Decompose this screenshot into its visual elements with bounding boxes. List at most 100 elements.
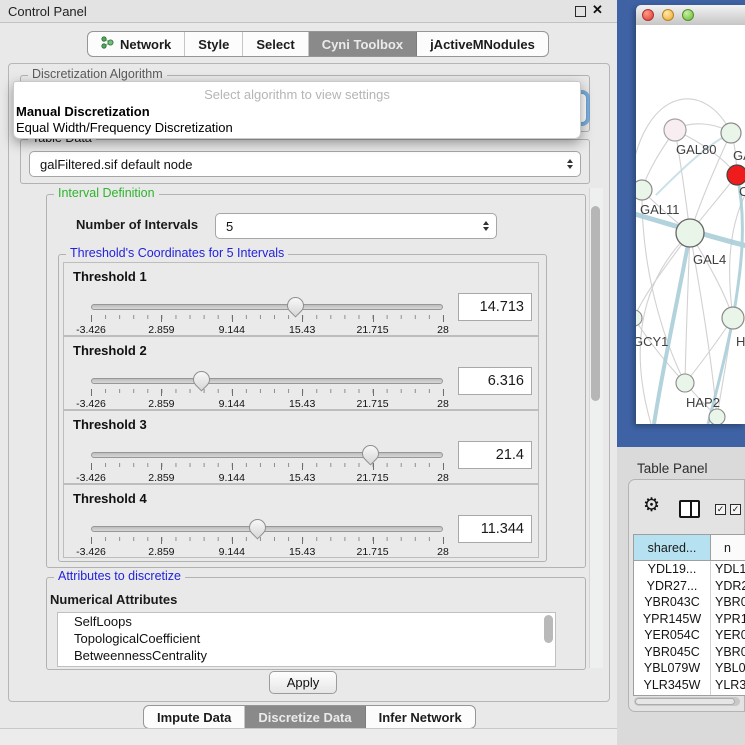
cell[interactable]: YBL0 — [711, 660, 745, 677]
number-of-intervals-combo[interactable]: 5 — [215, 213, 497, 239]
slider-track[interactable] — [91, 304, 443, 310]
slider-track[interactable] — [91, 526, 443, 532]
cell[interactable]: YLR3 — [711, 677, 745, 694]
tab-impute-data[interactable]: Impute Data — [144, 706, 245, 728]
threshold-4-slider[interactable]: -3.4262.8599.14415.4321.71528 — [91, 519, 443, 559]
table-data-combo-value: galFiltered.sif default node — [40, 157, 192, 172]
node-red-selected[interactable] — [727, 165, 745, 185]
cell[interactable]: YBL079W — [634, 660, 711, 677]
list-item-betweennesscentrality[interactable]: BetweennessCentrality — [58, 647, 555, 664]
tab-select[interactable]: Select — [243, 32, 308, 56]
tab-infer-network[interactable]: Infer Network — [366, 706, 475, 728]
threshold-1-slider[interactable]: -3.4262.8599.14415.4321.71528 — [91, 297, 443, 337]
table-row[interactable]: YDR27...YDR2 — [634, 578, 745, 595]
tab-discretize-data[interactable]: Discretize Data — [245, 706, 365, 728]
slider-thumb[interactable] — [283, 293, 307, 317]
combo-stepper-icon — [483, 221, 489, 231]
node-gal80[interactable] — [664, 119, 686, 141]
slider-tick-labels: -3.4262.8599.14415.4321.71528 — [91, 324, 443, 336]
gear-icon[interactable]: ⚙ — [643, 496, 660, 515]
label-gal4: GAL4 — [693, 252, 726, 267]
float-window-icon[interactable] — [575, 6, 586, 17]
table-hscrollbar-thumb[interactable] — [635, 698, 735, 705]
node-hap2[interactable] — [676, 374, 694, 392]
table-data-combo[interactable]: galFiltered.sif default node — [29, 151, 581, 177]
table-row[interactable]: YDL19...YDL1 — [634, 561, 745, 578]
threshold-1-value-field[interactable]: 14.713 — [458, 293, 532, 321]
slider-ticks — [91, 463, 443, 470]
close-icon[interactable]: ✕ — [592, 2, 603, 18]
threshold-3-slider[interactable]: -3.4262.8599.14415.4321.71528 — [91, 445, 443, 485]
cell[interactable]: YDL19... — [634, 561, 711, 578]
threshold-3-value-field[interactable]: 21.4 — [458, 441, 532, 469]
table-hscrollbar-track[interactable] — [634, 697, 740, 706]
cell[interactable]: YBR0 — [711, 644, 745, 661]
cell[interactable]: YPR1 — [711, 611, 745, 628]
cell[interactable]: YER0 — [711, 627, 745, 644]
column-header-shared[interactable]: shared... — [634, 535, 711, 560]
minimize-traffic-light[interactable] — [662, 9, 674, 21]
cell[interactable]: YBR0 — [711, 594, 745, 611]
slider-track[interactable] — [91, 378, 443, 384]
tab-network-label: Network — [120, 37, 171, 52]
cell[interactable]: YER054C — [634, 627, 711, 644]
cell[interactable]: YDR2 — [711, 578, 745, 595]
table-row[interactable]: YBR045CYBR0 — [634, 644, 745, 661]
network-canvas[interactable]: GAL80 GA C GAL11 GAL4 GCY1 H HAP2 — [636, 25, 745, 424]
numerical-attributes-list[interactable]: SelfLoops TopologicalCoefficient Between… — [57, 612, 556, 667]
table-row[interactable]: YIL052CYIL0 — [634, 693, 745, 696]
cell[interactable]: YIL052C — [634, 693, 711, 696]
list-item-selfloops[interactable]: SelfLoops — [58, 613, 555, 630]
list-vscrollbar-thumb[interactable] — [544, 615, 553, 643]
node-gal4[interactable] — [676, 219, 704, 247]
content-vscrollbar-thumb[interactable] — [591, 206, 600, 401]
slider-track[interactable] — [91, 452, 443, 458]
slider-ticks — [91, 389, 443, 396]
network-labels: GAL80 GA C GAL11 GAL4 GCY1 H HAP2 — [636, 142, 745, 410]
list-item-topologicalcoefficient[interactable]: TopologicalCoefficient — [58, 630, 555, 647]
checkbox-icon-2[interactable]: ✓ — [730, 504, 741, 515]
cell[interactable]: YDR27... — [634, 578, 711, 595]
threshold-row-1: Threshold 1 -3.4262.8599.14415.4321.7152… — [63, 262, 539, 336]
slider-tick-labels: -3.4262.8599.14415.4321.71528 — [91, 546, 443, 558]
cell[interactable]: YBR045C — [634, 644, 711, 661]
dropdown-option-equal-width[interactable]: Equal Width/Frequency Discretization — [16, 120, 233, 135]
cell[interactable]: YBR043C — [634, 594, 711, 611]
cell[interactable]: YIL0 — [711, 693, 745, 696]
dropdown-option-manual[interactable]: Manual Discretization — [16, 104, 150, 119]
table-row[interactable]: YBL079WYBL0 — [634, 660, 745, 677]
node-gcy1[interactable] — [636, 310, 642, 326]
threshold-4-value-field[interactable]: 11.344 — [458, 515, 532, 543]
slider-ticks — [91, 537, 443, 544]
threshold-2-value-field[interactable]: 6.316 — [458, 367, 532, 395]
cell[interactable]: YLR345W — [634, 677, 711, 694]
threshold-2-slider[interactable]: -3.4262.8599.14415.4321.71528 — [91, 371, 443, 411]
column-header-name[interactable]: n — [711, 535, 745, 560]
network-window-titlebar[interactable] — [636, 5, 745, 26]
tab-cyni-toolbox[interactable]: Cyni Toolbox — [309, 32, 417, 56]
slider-thumb[interactable] — [245, 515, 269, 539]
table-row[interactable]: YBR043CYBR0 — [634, 594, 745, 611]
tab-jactivemnodules[interactable]: jActiveMNodules — [417, 32, 548, 56]
cell[interactable]: YDL1 — [711, 561, 745, 578]
zoom-traffic-light[interactable] — [682, 9, 694, 21]
node-gal11[interactable] — [636, 180, 652, 200]
table-row[interactable]: YPR145WYPR1 — [634, 611, 745, 628]
close-traffic-light[interactable] — [642, 9, 654, 21]
cell[interactable]: YPR145W — [634, 611, 711, 628]
content-vscrollbar-track[interactable] — [589, 188, 603, 668]
node-top-right[interactable] — [721, 123, 741, 143]
table-row[interactable]: YLR345WYLR3 — [634, 677, 745, 694]
threshold-row-2: Threshold 2 -3.4262.8599.14415.4321.7152… — [63, 336, 539, 410]
checkbox-icon-1[interactable]: ✓ — [715, 504, 726, 515]
apply-button[interactable]: Apply — [269, 671, 337, 694]
tab-impute-label: Impute Data — [157, 710, 231, 725]
tab-network[interactable]: Network — [88, 32, 185, 56]
node-bottom[interactable] — [709, 409, 725, 424]
tab-style[interactable]: Style — [185, 32, 243, 56]
column-layout-icon[interactable] — [679, 500, 700, 518]
node-h[interactable] — [722, 307, 744, 329]
slider-thumb[interactable] — [189, 367, 213, 391]
table-row[interactable]: YER054CYER0 — [634, 627, 745, 644]
slider-thumb[interactable] — [358, 441, 382, 465]
